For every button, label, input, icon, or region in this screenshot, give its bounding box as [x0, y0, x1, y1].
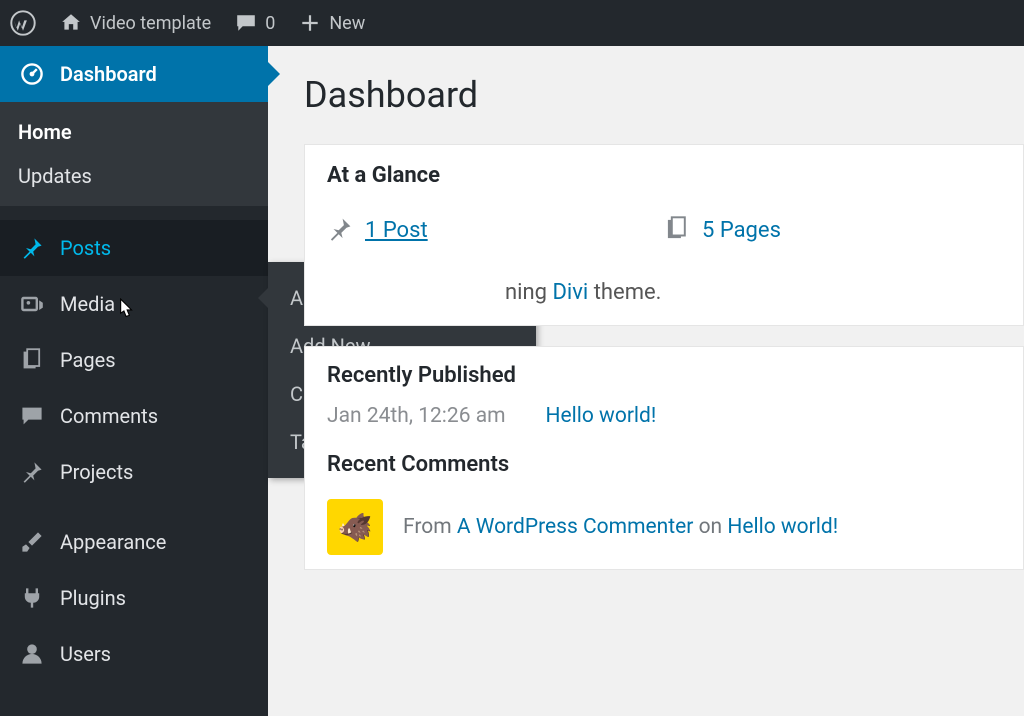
pin-icon [18, 234, 46, 262]
sidebar-label: Posts [60, 236, 111, 260]
recently-published-heading: Recently Published [305, 347, 1023, 396]
sidebar-item-pages[interactable]: Pages [0, 332, 268, 388]
sidebar-label: Users [60, 642, 111, 666]
post-link[interactable]: Hello world! [546, 404, 657, 428]
sidebar-label: Pages [60, 348, 116, 372]
admin-topbar: Video template 0 New [0, 0, 1024, 46]
glance-posts[interactable]: 1 Post [327, 216, 664, 244]
sidebar-item-projects[interactable]: Projects [0, 444, 268, 500]
glance-heading: At a Glance [305, 145, 1023, 206]
sidebar-label: Comments [60, 404, 158, 428]
sidebar-label: Dashboard [60, 62, 157, 86]
glance-pages-link[interactable]: 5 Pages [702, 218, 781, 243]
user-icon [18, 640, 46, 668]
sidebar-item-users[interactable]: Users [0, 626, 268, 682]
admin-sidebar: Dashboard Home Updates Posts Media Pages… [0, 46, 268, 716]
new-label: New [329, 13, 365, 34]
commenter-link[interactable]: A WordPress Commenter [457, 515, 694, 539]
comment-row: 🐗 From A WordPress Commenter on Hello wo… [305, 485, 1023, 569]
media-icon [18, 290, 46, 318]
pin-icon [18, 458, 46, 486]
home-icon [60, 12, 82, 34]
site-link[interactable]: Video template [60, 12, 211, 34]
theme-link[interactable]: Divi [552, 280, 588, 305]
pages-icon [18, 346, 46, 374]
sidebar-item-plugins[interactable]: Plugins [0, 570, 268, 626]
new-link[interactable]: New [299, 12, 365, 34]
dashboard-icon [18, 60, 46, 88]
sidebar-item-comments[interactable]: Comments [0, 388, 268, 444]
pages-icon [664, 216, 692, 244]
main-content: Dashboard At a Glance 1 Post 5 Pages nin… [268, 46, 1024, 716]
glance-pages[interactable]: 5 Pages [664, 216, 1001, 244]
commenter-avatar: 🐗 [327, 499, 383, 555]
sidebar-label: Projects [60, 460, 133, 484]
sidebar-item-posts[interactable]: Posts [0, 220, 268, 276]
plug-icon [18, 584, 46, 612]
page-title: Dashboard [304, 74, 1024, 116]
comment-icon [235, 12, 257, 34]
sidebar-label: Plugins [60, 586, 126, 610]
sidebar-item-media[interactable]: Media [0, 276, 268, 332]
sidebar-subitem-updates[interactable]: Updates [0, 154, 268, 198]
sidebar-item-appearance[interactable]: Appearance [0, 514, 268, 570]
comment-icon [18, 402, 46, 430]
sidebar-submenu-dashboard: Home Updates [0, 102, 268, 206]
comments-link[interactable]: 0 [235, 12, 275, 34]
sidebar-subitem-home[interactable]: Home [0, 110, 268, 154]
plus-icon [299, 12, 321, 34]
brush-icon [18, 528, 46, 556]
glance-posts-link[interactable]: 1 Post [365, 218, 428, 243]
sidebar-item-dashboard[interactable]: Dashboard [0, 46, 268, 102]
recent-post-row: Jan 24th, 12:26 am Hello world! [305, 396, 1023, 436]
recent-comments-heading: Recent Comments [305, 436, 1023, 485]
at-a-glance-panel: At a Glance 1 Post 5 Pages ning Divi the… [304, 144, 1024, 326]
post-date: Jan 24th, 12:26 am [327, 404, 506, 428]
activity-panel: Recently Published Jan 24th, 12:26 am He… [304, 346, 1024, 570]
theme-info: ning Divi theme. [305, 266, 1023, 325]
wordpress-logo[interactable] [10, 10, 36, 36]
sidebar-label: Appearance [60, 530, 166, 554]
sidebar-label: Media [60, 292, 115, 316]
comment-post-link[interactable]: Hello world! [727, 515, 838, 539]
pin-icon [327, 216, 355, 244]
comments-count: 0 [265, 13, 275, 34]
site-name: Video template [90, 13, 211, 34]
